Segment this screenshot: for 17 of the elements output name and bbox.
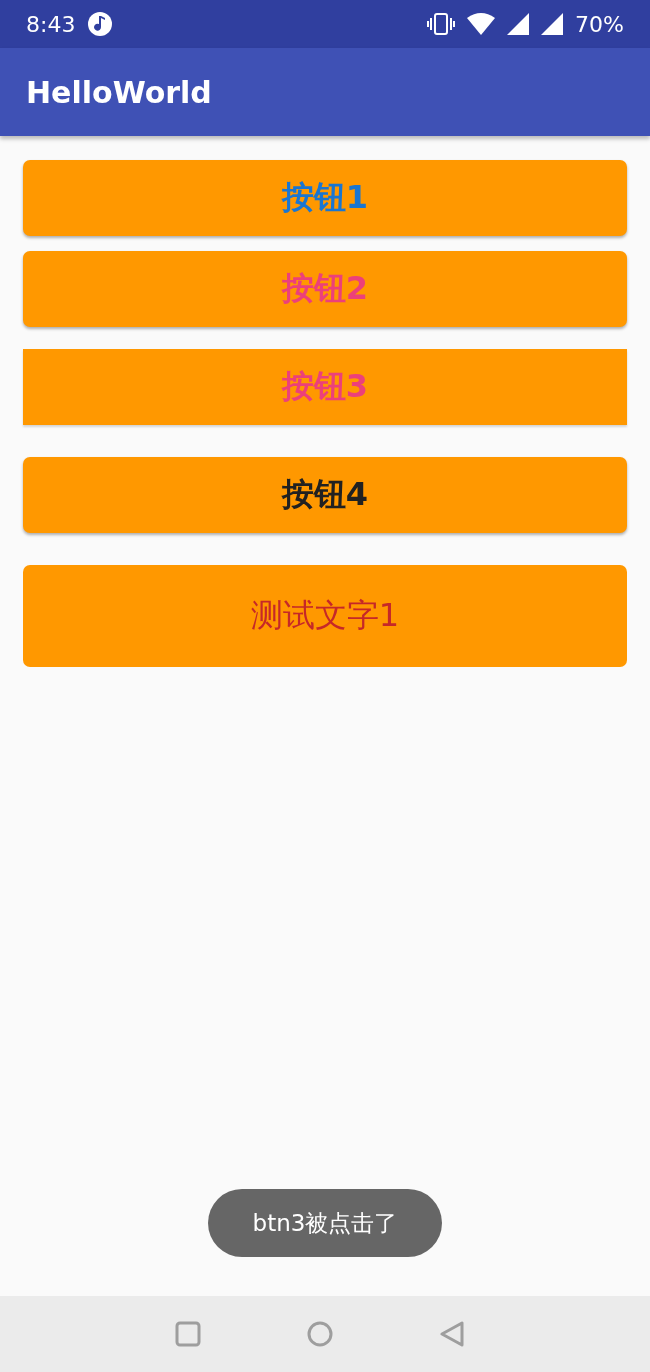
button[interactable]: 按钮4 xyxy=(23,457,627,533)
signal-icon xyxy=(541,13,564,35)
button[interactable]: 按钮3 xyxy=(23,349,627,425)
vibrate-icon xyxy=(427,12,456,36)
music-note-icon xyxy=(87,11,114,37)
signal-icon xyxy=(507,13,530,35)
app-title: HelloWorld xyxy=(26,74,212,110)
back-icon[interactable] xyxy=(439,1321,465,1347)
button[interactable]: 按钮2 xyxy=(23,251,627,327)
battery-percentage: 70% xyxy=(575,11,624,37)
button[interactable]: 按钮1 xyxy=(23,160,627,236)
clock-time: 8:43 xyxy=(26,11,76,37)
home-icon[interactable] xyxy=(307,1321,333,1347)
text-label: 测试文字1 xyxy=(23,565,627,667)
toast-message: btn3被点击了 xyxy=(208,1189,442,1257)
recent-apps-icon[interactable] xyxy=(175,1321,201,1347)
wifi-icon xyxy=(467,13,496,35)
